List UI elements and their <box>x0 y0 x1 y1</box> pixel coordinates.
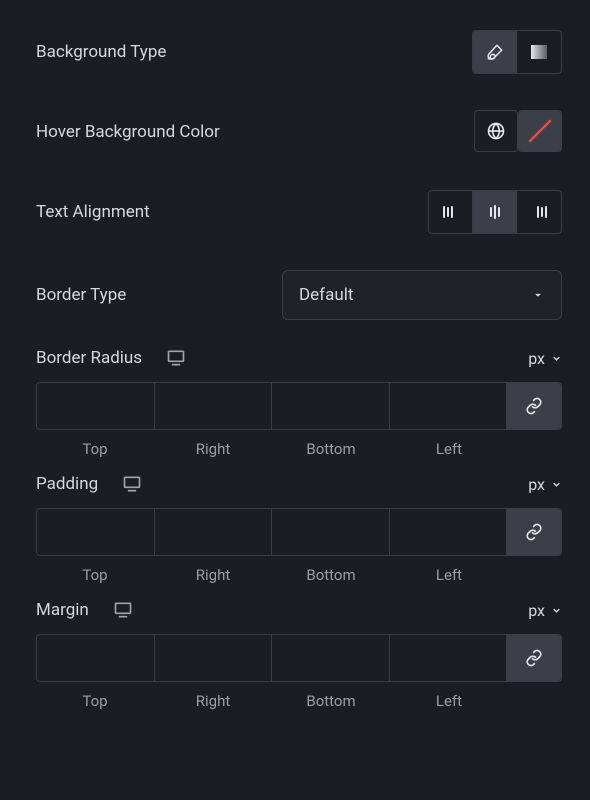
align-right-button[interactable] <box>517 191 561 233</box>
background-type-label: Background Type <box>36 42 166 62</box>
border-type-label: Border Type <box>36 285 126 305</box>
side-label-left: Left <box>390 440 508 458</box>
border-radius-unit: px <box>528 349 545 368</box>
brush-icon <box>486 43 504 61</box>
border-type-row: Border Type Default <box>0 252 590 338</box>
desktop-icon[interactable] <box>113 600 133 620</box>
margin-header: Margin px <box>36 600 562 620</box>
margin-top-input[interactable] <box>37 635 155 681</box>
side-label-bottom: Bottom <box>272 440 390 458</box>
border-radius-side-labels: Top Right Bottom Left <box>36 440 562 458</box>
side-label-right: Right <box>154 692 272 710</box>
border-type-value: Default <box>299 285 353 305</box>
border-radius-header: Border Radius px <box>36 348 562 368</box>
border-radius-label: Border Radius <box>36 348 142 368</box>
padding-block: Padding px Top Right Bottom Left <box>0 464 590 590</box>
align-center-icon <box>486 203 504 221</box>
side-label-bottom: Bottom <box>272 692 390 710</box>
desktop-icon[interactable] <box>122 474 142 494</box>
padding-link-button[interactable] <box>507 509 561 555</box>
align-center-button[interactable] <box>473 191 517 233</box>
link-icon <box>525 649 543 667</box>
padding-top-input[interactable] <box>37 509 155 555</box>
padding-unit-select[interactable]: px <box>528 475 562 494</box>
border-radius-right-input[interactable] <box>155 383 273 429</box>
margin-unit-select[interactable]: px <box>528 601 562 620</box>
chevron-down-icon <box>551 605 562 616</box>
hover-bg-color-label: Hover Background Color <box>36 122 220 142</box>
side-label-right: Right <box>154 440 272 458</box>
globe-icon <box>486 121 506 141</box>
padding-header: Padding px <box>36 474 562 494</box>
margin-label: Margin <box>36 600 89 620</box>
link-icon <box>525 523 543 541</box>
padding-inputs <box>36 508 562 556</box>
padding-right-input[interactable] <box>155 509 273 555</box>
margin-side-labels: Top Right Bottom Left <box>36 692 562 710</box>
hover-bg-color-picker-button[interactable] <box>518 110 562 152</box>
background-classic-button[interactable] <box>473 31 517 73</box>
border-radius-unit-select[interactable]: px <box>528 349 562 368</box>
margin-link-button[interactable] <box>507 635 561 681</box>
border-radius-left-input[interactable] <box>390 383 508 429</box>
padding-left-input[interactable] <box>390 509 508 555</box>
side-label-top: Top <box>36 692 154 710</box>
desktop-icon[interactable] <box>166 348 186 368</box>
side-label-right: Right <box>154 566 272 584</box>
align-left-icon <box>442 203 460 221</box>
border-radius-block: Border Radius px Top Right Bottom Left <box>0 338 590 464</box>
background-type-group <box>472 30 562 74</box>
gradient-icon <box>530 43 548 61</box>
margin-unit: px <box>528 601 545 620</box>
border-type-select[interactable]: Default <box>282 270 562 320</box>
padding-label: Padding <box>36 474 98 494</box>
align-right-icon <box>530 203 548 221</box>
margin-bottom-input[interactable] <box>272 635 390 681</box>
side-label-left: Left <box>390 692 508 710</box>
side-label-top: Top <box>36 440 154 458</box>
border-radius-bottom-input[interactable] <box>272 383 390 429</box>
background-type-row: Background Type <box>0 12 590 92</box>
border-radius-inputs <box>36 382 562 430</box>
margin-block: Margin px Top Right Bottom Left <box>0 590 590 716</box>
no-color-icon <box>526 117 554 145</box>
padding-side-labels: Top Right Bottom Left <box>36 566 562 584</box>
side-label-left: Left <box>390 566 508 584</box>
hover-bg-color-row: Hover Background Color <box>0 92 590 172</box>
padding-bottom-input[interactable] <box>272 509 390 555</box>
hover-bg-global-button[interactable] <box>474 110 518 152</box>
chevron-down-icon <box>551 479 562 490</box>
margin-inputs <box>36 634 562 682</box>
chevron-down-icon <box>531 288 545 302</box>
margin-left-input[interactable] <box>390 635 508 681</box>
border-radius-top-input[interactable] <box>37 383 155 429</box>
align-left-button[interactable] <box>429 191 473 233</box>
link-icon <box>525 397 543 415</box>
border-radius-link-button[interactable] <box>507 383 561 429</box>
background-gradient-button[interactable] <box>517 31 561 73</box>
side-label-top: Top <box>36 566 154 584</box>
padding-unit: px <box>528 475 545 494</box>
margin-right-input[interactable] <box>155 635 273 681</box>
text-alignment-group <box>428 190 562 234</box>
hover-bg-color-group <box>474 110 562 154</box>
side-label-bottom: Bottom <box>272 566 390 584</box>
text-alignment-row: Text Alignment <box>0 172 590 252</box>
text-alignment-label: Text Alignment <box>36 202 150 222</box>
chevron-down-icon <box>551 353 562 364</box>
